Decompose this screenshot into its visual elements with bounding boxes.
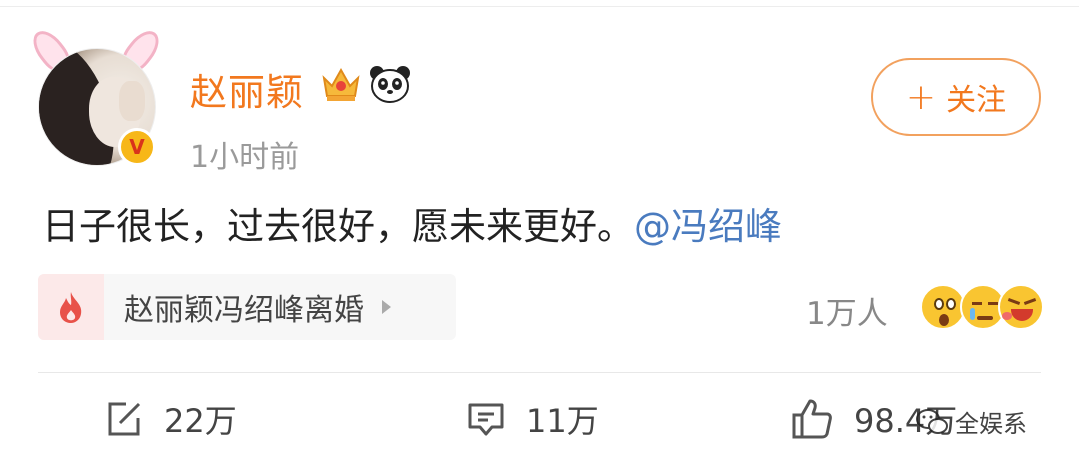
chevron-right-icon	[382, 300, 391, 314]
follow-label: 关注	[946, 83, 1007, 118]
action-divider	[38, 372, 1041, 373]
topic-label: 赵丽颖冯绍峰离婚	[124, 293, 364, 328]
watermark-text: 全娱系	[955, 410, 1027, 438]
watermark: 全娱系	[915, 404, 1027, 439]
reaction-count: 1万人	[806, 296, 888, 332]
avatar[interactable]: V	[26, 24, 170, 178]
topic-chip[interactable]: 赵丽颖冯绍峰离婚	[38, 274, 456, 340]
thumbs-up-icon	[792, 399, 832, 439]
post-content: 日子很长，过去很好，愿未来更好。@冯绍峰	[42, 196, 782, 250]
repost-count: 22万	[164, 402, 237, 440]
repost-button[interactable]: 22万	[104, 396, 237, 442]
comment-icon	[468, 403, 504, 436]
crown-icon	[322, 67, 360, 101]
post-text: 日子很长，过去很好，愿未来更好。	[42, 205, 634, 248]
comment-count: 11万	[526, 402, 599, 440]
post-timestamp: 1小时前	[190, 140, 300, 175]
laughing-emoji-icon	[998, 284, 1044, 330]
comment-button[interactable]: 11万	[466, 396, 599, 442]
follow-button[interactable]: + 关注	[871, 58, 1041, 136]
mention-link[interactable]: @冯绍峰	[634, 205, 782, 248]
top-divider	[0, 6, 1079, 7]
username[interactable]: 赵丽颖	[190, 62, 304, 116]
fire-icon	[38, 274, 104, 340]
wechat-icon	[916, 408, 948, 434]
share-icon	[108, 402, 141, 436]
verified-badge-icon: V	[118, 128, 156, 166]
panda-icon	[370, 66, 410, 103]
plus-icon: +	[905, 76, 937, 118]
